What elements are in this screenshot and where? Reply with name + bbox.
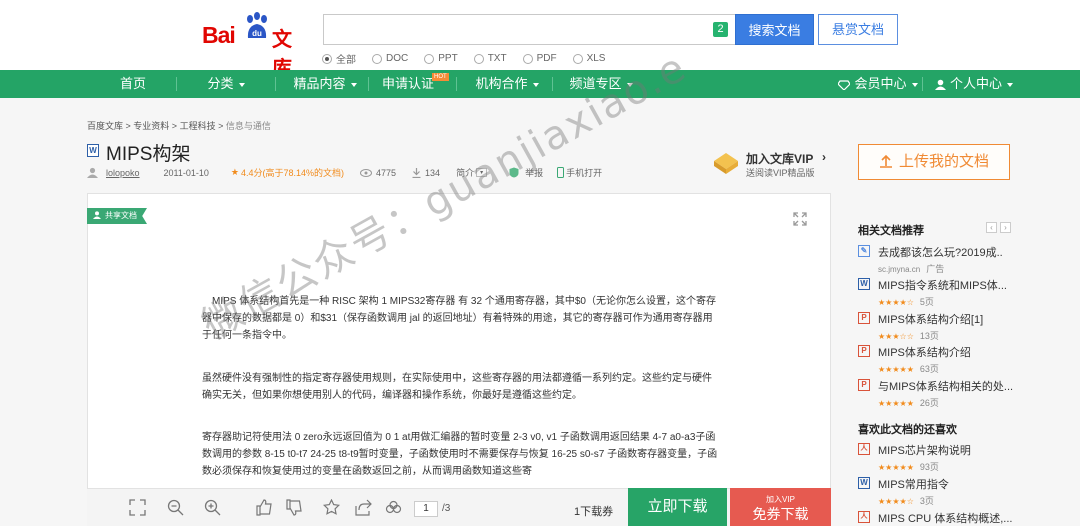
pdf-doc-icon: 人: [858, 443, 870, 455]
eye-icon: [360, 168, 373, 177]
doc-paragraph: 寄存器助记符使用法 0 zero永远返回值为 0 1 at用做汇编器的暂时变量 …: [202, 432, 718, 477]
page-total: /3: [442, 503, 451, 514]
filter-pdf[interactable]: PDF: [522, 51, 557, 66]
filter-txt[interactable]: TXT: [473, 51, 507, 66]
chevron-down-icon: [532, 82, 539, 87]
join-vip-banner[interactable]: 加入文库VIP › 送阅读VIP精品版: [710, 147, 840, 181]
user-icon: [87, 167, 98, 178]
word-doc-icon: W: [858, 278, 870, 290]
upload-date: 2011-01-10: [163, 167, 209, 178]
diamond-icon: [837, 79, 852, 91]
nav-featured[interactable]: 精品内容: [280, 70, 370, 98]
filter-ppt[interactable]: PPT: [424, 51, 458, 66]
related-docs-title: 相关文档推荐: [858, 225, 924, 237]
chevron-left-icon[interactable]: ‹: [986, 222, 997, 233]
filter-xls[interactable]: XLS: [572, 51, 605, 66]
main-nav: 首页 分类 精品内容 申请认证 HOT 机构合作 频道专区 会员中心 个人中心: [0, 70, 1080, 98]
breadcrumb-item[interactable]: 专业资料: [133, 121, 169, 131]
user-icon: [934, 79, 946, 91]
upload-doc-button[interactable]: 上传我的文档: [858, 144, 1010, 180]
search-count-badge: 2: [713, 22, 728, 37]
fit-screen-icon[interactable]: [129, 499, 146, 516]
author-link[interactable]: lolopoko: [106, 168, 140, 178]
phone-open-link[interactable]: 手机打开: [566, 166, 602, 179]
star-icon: ★: [230, 167, 239, 177]
liked-docs-title: 喜欢此文档的还喜欢: [858, 424, 957, 436]
page-number-input[interactable]: 1: [414, 501, 438, 517]
nav-personal[interactable]: 个人中心: [934, 70, 1014, 98]
nav-member[interactable]: 会员中心: [837, 70, 918, 98]
ppt-doc-icon: P: [858, 345, 870, 357]
file-type-filters: 全部 DOC PPT TXT PDF XLS: [322, 51, 621, 66]
thumbs-down-icon[interactable]: [286, 499, 303, 516]
zoom-out-icon[interactable]: [167, 499, 184, 516]
nav-partners[interactable]: 机构合作: [462, 70, 552, 98]
logo-du-text: du: [252, 29, 262, 38]
phone-icon: [557, 167, 565, 178]
radio-icon: [572, 53, 583, 64]
page-title: MIPS构架: [106, 144, 191, 165]
share-icon[interactable]: [355, 499, 372, 516]
ad-link-icon: ✎: [858, 245, 870, 257]
chevron-down-icon: [911, 82, 918, 87]
upload-icon: [879, 154, 892, 168]
vip-free-download-button[interactable]: 加入VIP 免券下载: [730, 488, 831, 526]
chevron-right-icon[interactable]: ›: [1000, 222, 1011, 233]
view-count: 4775: [376, 167, 397, 178]
nav-home[interactable]: 首页: [95, 70, 171, 98]
filter-doc[interactable]: DOC: [372, 51, 408, 66]
chevron-down-icon: [238, 82, 245, 87]
vip-book-icon: [714, 153, 738, 174]
word-doc-icon: W: [858, 477, 870, 489]
filter-all[interactable]: 全部: [322, 51, 356, 66]
doc-paragraph: 虽然硬件没有强制性的指定寄存器使用规则，在实际使用中，这些寄存器的用法都遵循一系…: [202, 373, 712, 401]
baidu-wenku-logo[interactable]: Bai du 文库: [200, 12, 310, 80]
nav-category[interactable]: 分类: [186, 70, 266, 98]
chevron-down-icon: [350, 82, 357, 87]
user-icon: [93, 211, 101, 219]
chevron-right-icon: ›: [822, 150, 826, 164]
fullscreen-icon[interactable]: [793, 212, 807, 226]
word-doc-icon: W: [87, 144, 99, 157]
star-icon[interactable]: [323, 499, 340, 516]
ppt-doc-icon: P: [858, 379, 870, 391]
ppt-doc-icon: P: [858, 312, 870, 324]
download-now-button[interactable]: 立即下载: [628, 488, 727, 526]
radio-icon: [372, 53, 382, 64]
radio-icon: [424, 53, 435, 64]
thumbs-up-icon[interactable]: [256, 499, 273, 516]
search-button[interactable]: 搜索文档: [735, 14, 814, 45]
zoom-in-icon[interactable]: [204, 499, 221, 516]
cloud-icon[interactable]: [385, 499, 402, 516]
breadcrumb-item[interactable]: 信息与通信: [226, 121, 271, 131]
breadcrumb-item[interactable]: 工程科技: [180, 121, 216, 131]
search-input[interactable]: [323, 14, 735, 45]
shared-doc-tag: 共享文档: [87, 208, 147, 224]
breadcrumb-item[interactable]: 百度文库: [87, 121, 123, 131]
hot-badge: HOT: [432, 73, 449, 81]
reward-button[interactable]: 悬赏文档: [818, 14, 898, 45]
radio-icon: [473, 53, 484, 64]
radio-icon: [322, 53, 332, 64]
chevron-down-icon: [1007, 82, 1013, 87]
download-coupon-cost: 1下载券: [574, 506, 614, 518]
rating: 4.4分(高于78.14%的文档): [240, 168, 345, 178]
breadcrumb: 百度文库 > 专业资料 > 工程科技 > 信息与通信: [87, 121, 271, 131]
radio-icon: [522, 53, 533, 64]
pdf-doc-icon: 人: [858, 511, 870, 523]
baidu-paw-icon: du: [247, 12, 267, 38]
